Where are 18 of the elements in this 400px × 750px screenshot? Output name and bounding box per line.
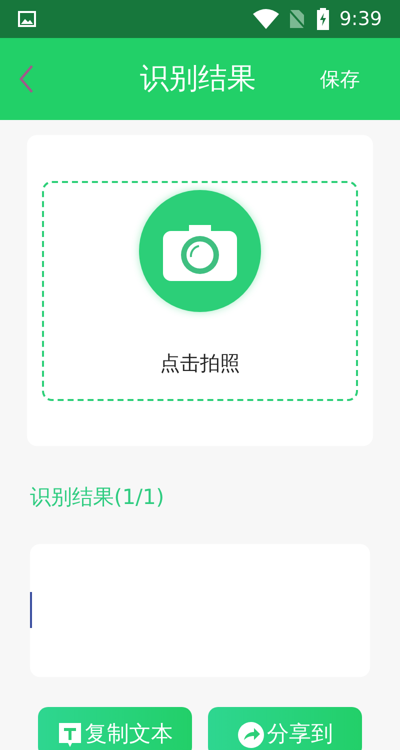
capture-label: 点击拍照 (160, 350, 240, 377)
result-heading: 识别结果(1/1) (30, 484, 166, 511)
share-icon (237, 720, 265, 748)
page-title: 识别结果 (140, 60, 256, 98)
result-text-field[interactable] (30, 544, 370, 676)
text-cursor (30, 592, 32, 628)
status-time: 9:39 (339, 6, 382, 32)
save-button[interactable]: 保存 (320, 64, 360, 94)
share-button[interactable]: 分享到 (208, 706, 362, 750)
battery-icon (317, 8, 330, 30)
capture-area[interactable]: 点击拍照 (42, 181, 358, 401)
text-icon (57, 720, 83, 748)
back-icon (18, 64, 34, 94)
copy-text-button[interactable]: 复制文本 (38, 706, 192, 750)
camera-button[interactable] (139, 190, 261, 312)
no-sim-icon (289, 9, 306, 29)
image-icon (18, 11, 36, 27)
wifi-icon (253, 9, 280, 29)
